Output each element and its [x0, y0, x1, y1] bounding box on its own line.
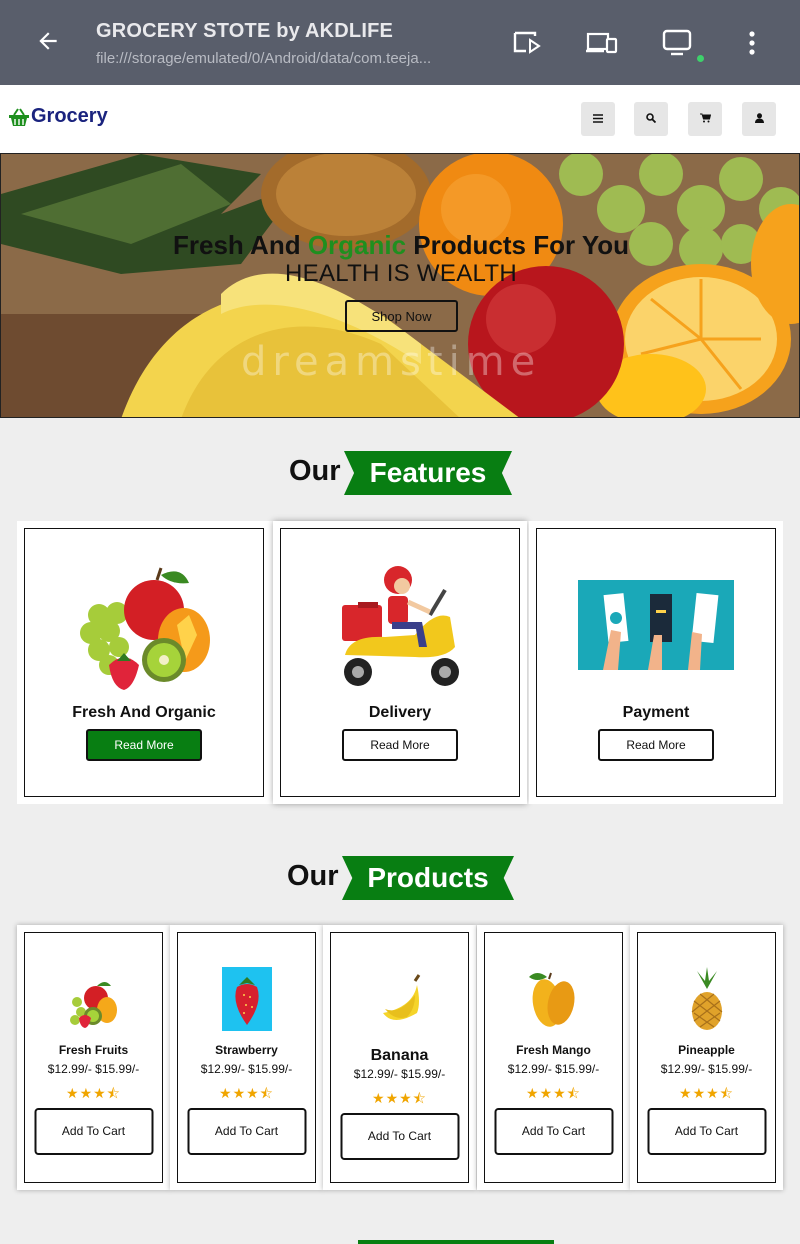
cart-icon — [699, 110, 711, 128]
heading-ribbon: Features — [344, 451, 512, 495]
scooter-delivery-illustration — [320, 555, 480, 695]
rating-stars: ★★★⯪ — [526, 1086, 581, 1102]
product-price: $12.99/- $15.99/- — [200, 1062, 293, 1076]
shop-now-button[interactable]: Shop Now — [345, 300, 458, 332]
search-button[interactable] — [634, 102, 668, 136]
product-price: $12.99/- $15.99/- — [507, 1062, 600, 1076]
basket-icon — [8, 106, 30, 128]
add-to-cart-button[interactable]: Add To Cart — [340, 1113, 459, 1160]
product-name: Pineapple — [678, 1043, 735, 1057]
feature-name: Payment — [622, 704, 690, 721]
read-more-button[interactable]: Read More — [342, 729, 458, 761]
feature-card: Payment Read More — [529, 521, 783, 804]
payment-cards-illustration — [576, 555, 736, 695]
product-card: Banana $12.99/- $15.99/- ★★★⯪ Add To Car… — [323, 925, 476, 1190]
products-heading: Our Products — [0, 856, 800, 900]
hero-subtitle: HEALTH IS WEALTH — [285, 260, 517, 287]
product-name: Fresh Mango — [516, 1043, 591, 1057]
heading-prefix: Our — [287, 860, 339, 892]
add-to-cart-button[interactable]: Add To Cart — [647, 1108, 766, 1155]
devices-icon[interactable] — [585, 26, 619, 60]
heading-ribbon: Products — [342, 856, 514, 900]
cart-button[interactable] — [688, 102, 722, 136]
status-dot — [697, 55, 704, 62]
heading-prefix: Our — [289, 455, 341, 487]
banana-icon — [369, 967, 431, 1031]
rating-stars: ★★★⯪ — [219, 1086, 274, 1102]
cast-icon[interactable] — [510, 26, 544, 60]
user-icon — [754, 110, 764, 128]
features-heading: Our Features — [0, 451, 800, 495]
monitor-icon[interactable] — [660, 26, 694, 60]
hero-banner: dreamstime Fresh And Organic Products Fo… — [0, 153, 800, 418]
product-card: Strawberry $12.99/- $15.99/- ★★★⯪ Add To… — [170, 925, 323, 1190]
menu-button[interactable] — [581, 102, 615, 136]
rating-stars: ★★★⯪ — [372, 1091, 427, 1107]
read-more-button[interactable]: Read More — [598, 729, 714, 761]
hero-title-part: Fresh And — [172, 230, 308, 260]
pineapple-icon — [676, 967, 738, 1031]
user-button[interactable] — [742, 102, 776, 136]
add-to-cart-button[interactable]: Add To Cart — [34, 1108, 153, 1155]
feature-name: Fresh And Organic — [72, 704, 216, 721]
mango-icon — [523, 967, 585, 1031]
product-name: Strawberry — [215, 1043, 278, 1057]
hero-title-highlight: Organic — [307, 230, 407, 260]
feature-name: Delivery — [368, 704, 432, 721]
fruits-illustration — [64, 555, 224, 695]
rating-stars: ★★★⯪ — [679, 1086, 734, 1102]
products-section: Fresh Fruits $12.99/- $15.99/- ★★★⯪ Add … — [17, 925, 783, 1190]
feature-card: Delivery Read More — [273, 521, 527, 804]
brand-name: Grocery — [31, 105, 108, 127]
read-more-button[interactable]: Read More — [86, 729, 202, 761]
menu-icon — [593, 110, 603, 128]
back-arrow-icon[interactable] — [33, 26, 63, 56]
next-section-ribbon-edge — [358, 1240, 554, 1244]
features-section: Fresh And Organic Read More Delivery Rea… — [17, 521, 783, 804]
product-card: Fresh Mango $12.99/- $15.99/- ★★★⯪ Add T… — [477, 925, 630, 1190]
product-card: Fresh Fruits $12.99/- $15.99/- ★★★⯪ Add … — [17, 925, 170, 1190]
product-price: $12.99/- $15.99/- — [47, 1062, 140, 1076]
file-url: file:///storage/emulated/0/Android/data/… — [96, 50, 432, 67]
rating-stars: ★★★⯪ — [66, 1086, 121, 1102]
product-name: Fresh Fruits — [58, 1043, 129, 1057]
product-name: Banana — [370, 1047, 429, 1064]
fruit-bundle-icon — [63, 967, 125, 1031]
hero-title-part: Products For You — [406, 230, 630, 260]
add-to-cart-button[interactable]: Add To Cart — [494, 1108, 613, 1155]
more-vert-icon[interactable] — [735, 26, 769, 60]
watermark: dreamstime — [241, 339, 542, 385]
app-title: GROCERY STOTE by AKDLIFE — [96, 20, 394, 42]
hero-title: Fresh And Organic Products For You — [1, 230, 799, 261]
app-bar: GROCERY STOTE by AKDLIFE file:///storage… — [0, 0, 800, 85]
product-card: Pineapple $12.99/- $15.99/- ★★★⯪ Add To … — [630, 925, 783, 1190]
search-icon — [646, 110, 657, 128]
feature-card: Fresh And Organic Read More — [17, 521, 271, 804]
site-header: Grocery — [0, 85, 800, 153]
strawberry-icon — [216, 967, 278, 1031]
product-price: $12.99/- $15.99/- — [660, 1062, 753, 1076]
add-to-cart-button[interactable]: Add To Cart — [187, 1108, 306, 1155]
logo[interactable]: Grocery — [8, 105, 108, 128]
product-price: $12.99/- $15.99/- — [353, 1067, 446, 1081]
